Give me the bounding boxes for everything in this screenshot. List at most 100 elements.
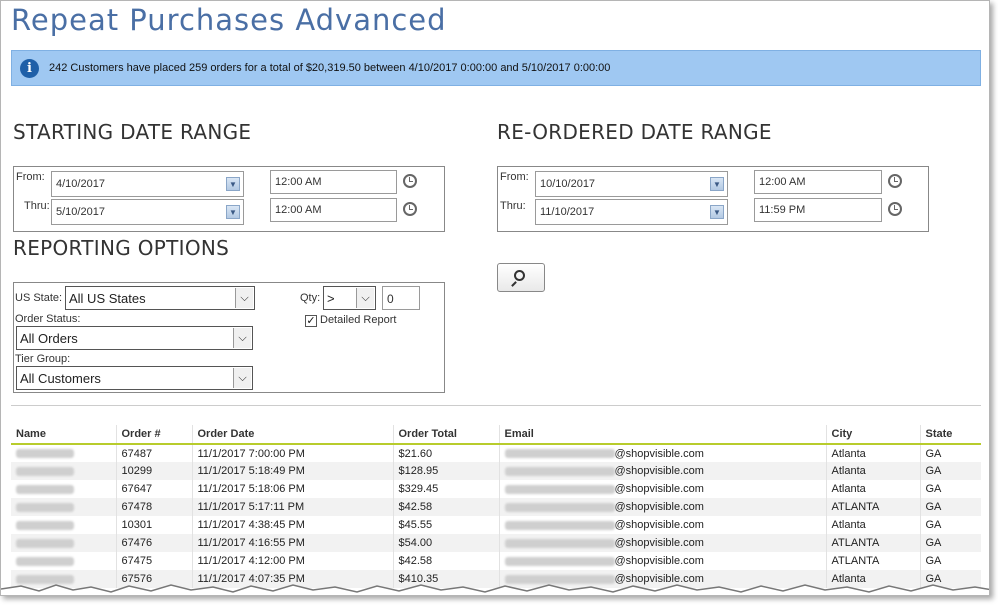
col-email[interactable]: Email	[499, 425, 827, 445]
cell-name	[11, 516, 117, 534]
order-status-label: Order Status:	[15, 313, 81, 325]
cell-order-total: $42.58	[393, 498, 500, 516]
reorder-thru-time[interactable]: 11:59 PM	[754, 198, 882, 222]
cell-name	[11, 462, 117, 480]
email-domain: @shopvisible.com	[614, 447, 704, 460]
cell-order-date: 11/1/2017 4:12:00 PM	[192, 552, 394, 570]
cell-email: @shopvisible.com	[499, 534, 827, 552]
email-domain: @shopvisible.com	[614, 465, 704, 477]
cell-order-number: 67487	[116, 444, 193, 462]
table-row[interactable]: 67475 11/1/2017 4:12:00 PM $42.58 @shopvisi…	[11, 552, 981, 570]
cell-name	[11, 552, 117, 570]
start-from-date-value: 4/10/2017	[56, 178, 105, 190]
chevron-down-icon[interactable]: ▼	[710, 177, 724, 191]
chevron-down-icon[interactable]: ▼	[226, 177, 240, 191]
redacted-email	[504, 449, 615, 459]
qty-operator-value: >	[327, 291, 335, 306]
chevron-down-icon[interactable]: ⌵	[233, 328, 251, 348]
chevron-down-icon[interactable]: ▼	[226, 205, 240, 219]
chevron-down-icon[interactable]: ⌵	[235, 288, 253, 308]
redacted-email	[504, 556, 615, 566]
start-from-time[interactable]: 12:00 AM	[270, 170, 397, 194]
cell-order-number: 10299	[116, 462, 193, 480]
from-label: From:	[16, 171, 45, 183]
cell-order-date: 11/1/2017 5:18:06 PM	[192, 480, 394, 498]
qty-operator-select[interactable]: > ⌵	[323, 286, 376, 310]
thru-label: Thru:	[500, 200, 526, 212]
tier-group-select[interactable]: All Customers ⌵	[16, 366, 253, 390]
qty-label: Qty:	[300, 292, 321, 304]
cell-order-total: $54.00	[393, 534, 500, 552]
cell-order-number: 67475	[116, 552, 193, 570]
alarm-clock-icon[interactable]	[888, 174, 902, 188]
reorder-from-time[interactable]: 12:00 AM	[754, 170, 882, 194]
order-status-value: All Orders	[20, 331, 78, 346]
starting-range-panel: From: 4/10/2017 ▼ 12:00 AM Thru: 5/10/20…	[13, 166, 445, 232]
email-domain: @shopvisible.com	[614, 555, 704, 567]
info-icon: i	[20, 58, 39, 78]
email-domain: @shopvisible.com	[614, 483, 704, 495]
reordered-range-heading: RE-ORDERED DATE RANGE	[497, 120, 772, 144]
chevron-down-icon[interactable]: ⌵	[356, 288, 374, 308]
reorder-thru-date[interactable]: 11/10/2017 ▼	[535, 199, 728, 225]
cell-order-total: $329.45	[393, 480, 500, 498]
cell-email: @shopvisible.com	[499, 498, 827, 516]
col-city[interactable]: City	[826, 425, 921, 445]
table-row[interactable]: 67476 11/1/2017 4:16:55 PM $54.00 @shopvisi…	[11, 534, 981, 552]
start-from-date[interactable]: 4/10/2017 ▼	[51, 171, 244, 197]
start-thru-date[interactable]: 5/10/2017 ▼	[51, 199, 244, 225]
tier-group-label: Tier Group:	[15, 353, 71, 365]
alarm-clock-icon[interactable]	[403, 202, 417, 216]
cell-city: Atlanta	[826, 516, 921, 534]
redacted-name	[16, 520, 74, 530]
reorder-from-date[interactable]: 10/10/2017 ▼	[535, 171, 728, 197]
cell-order-total: $21.60	[393, 444, 500, 462]
page-title: Repeat Purchases Advanced	[11, 3, 447, 37]
cell-email: @shopvisible.com	[499, 480, 827, 498]
alarm-clock-icon[interactable]	[888, 202, 902, 216]
info-banner-text: 242 Customers have placed 259 orders for…	[49, 62, 611, 74]
table-row[interactable]: 67487 11/1/2017 7:00:00 PM $21.60 @shopvisi…	[11, 444, 981, 462]
reporting-options-heading: REPORTING OPTIONS	[13, 236, 230, 260]
cell-state: GA	[925, 519, 942, 531]
table-row[interactable]: 10301 11/1/2017 4:38:45 PM $45.55 @shopvisi…	[11, 516, 981, 534]
col-name[interactable]: Name	[11, 425, 117, 445]
redacted-name	[16, 502, 74, 512]
detailed-report-label: Detailed Report	[320, 314, 397, 326]
alarm-clock-icon[interactable]	[403, 174, 417, 188]
cell-order-date: 11/1/2017 5:17:11 PM	[192, 498, 394, 516]
col-order-date[interactable]: Order Date	[192, 425, 394, 445]
info-banner: i 242 Customers have placed 259 orders f…	[11, 50, 981, 86]
chevron-down-icon[interactable]: ▼	[710, 205, 724, 219]
start-thru-time[interactable]: 12:00 AM	[270, 198, 397, 222]
cell-state: GA	[920, 534, 981, 552]
cell-city: ATLANTA	[826, 552, 921, 570]
cell-city: Atlanta	[826, 444, 921, 462]
search-button[interactable]	[497, 263, 545, 292]
tier-group-value: All Customers	[20, 371, 101, 386]
order-status-select[interactable]: All Orders ⌵	[16, 326, 253, 350]
thru-label: Thru:	[24, 200, 50, 212]
us-state-label: US State:	[15, 292, 63, 304]
cell-order-date: 11/1/2017 7:00:00 PM	[192, 444, 394, 462]
cell-email: @shopvisible.com	[499, 516, 827, 534]
chevron-down-icon[interactable]: ⌵	[233, 368, 251, 388]
cell-order-total: $45.55	[393, 516, 500, 534]
reorder-from-date-value: 10/10/2017	[540, 178, 596, 190]
table-row[interactable]: 67647 11/1/2017 5:18:06 PM $329.45 @shopvis…	[11, 480, 981, 498]
from-label: From:	[500, 171, 529, 183]
cell-name	[11, 480, 117, 498]
table-row[interactable]: 10299 11/1/2017 5:18:49 PM $128.95 @shopvis…	[11, 462, 981, 480]
cell-city: ATLANTA	[826, 498, 921, 516]
col-order-number[interactable]: Order #	[116, 425, 193, 445]
reporting-options-panel: US State: All US States ⌵ Order Status: …	[13, 282, 445, 393]
col-state[interactable]: State	[920, 425, 981, 445]
table-row[interactable]: 67478 11/1/2017 5:17:11 PM $42.58 @shopvisi…	[11, 498, 981, 516]
col-order-total[interactable]: Order Total	[393, 425, 500, 445]
cell-city: Atlanta	[826, 462, 921, 480]
qty-input[interactable]: 0	[382, 286, 420, 310]
email-domain: @shopvisible.com	[614, 501, 704, 513]
us-state-select[interactable]: All US States ⌵	[65, 286, 255, 310]
redacted-email	[504, 484, 615, 494]
detailed-report-checkbox[interactable]: ✓	[305, 315, 317, 327]
